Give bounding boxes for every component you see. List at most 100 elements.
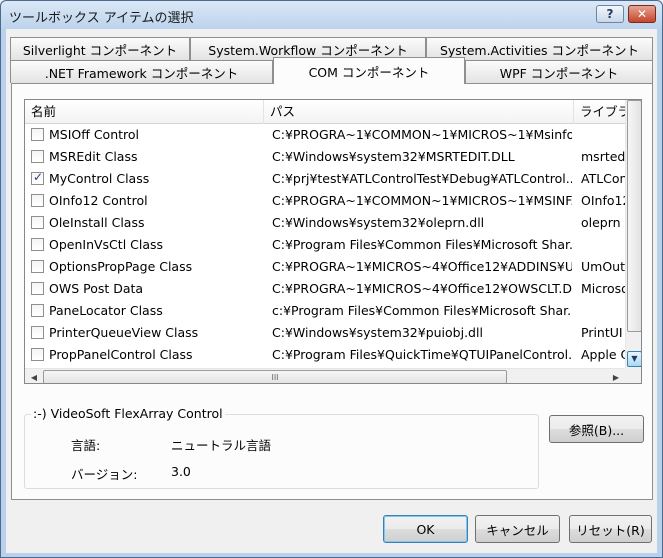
ok-button[interactable]: OK	[383, 515, 468, 543]
item-name: MSIOff Control	[49, 127, 140, 142]
browse-label: 参照(B)...	[568, 422, 625, 438]
component-details-group: :-) VideoSoft FlexArray Control 言語: ニュート…	[24, 406, 539, 489]
tab-net-framework[interactable]: .NET Framework コンポーネント	[10, 60, 273, 83]
column-header-library[interactable]: ライブラ	[574, 100, 625, 124]
cancel-button[interactable]: キャンセル	[475, 515, 560, 543]
item-name: MSREdit Class	[49, 149, 138, 164]
item-library	[581, 124, 625, 146]
item-name: OWS Post Data	[49, 281, 144, 296]
item-library	[581, 234, 625, 256]
language-value: ニュートラル言語	[171, 438, 272, 453]
cancel-label: キャンセル	[486, 522, 549, 538]
tab-label: Silverlight コンポーネント	[22, 42, 178, 58]
item-path: C:¥Program Files¥Common Files¥Microsoft …	[272, 237, 572, 252]
item-checkbox[interactable]	[31, 304, 44, 317]
item-name: OptionsPropPage Class	[49, 259, 193, 274]
item-checkbox[interactable]: ✓	[31, 170, 44, 185]
version-label: バージョン:	[71, 467, 138, 482]
horizontal-scroll-thumb[interactable]: III	[43, 370, 507, 383]
item-path: C:¥PROGRA~1¥COMMON~1¥MICROS~1¥Msinfo...	[272, 127, 572, 142]
tab-label: WPF コンポーネント	[499, 65, 619, 81]
dialog-window: ツールボックス アイテムの選択 ? ✕ Silverlight コンポーネント …	[0, 0, 663, 558]
tab-com-components[interactable]: COM コンポーネント	[273, 57, 465, 84]
item-library: Microso	[581, 281, 625, 296]
list-item[interactable]: OWS Post Data C:¥PROGRA~1¥MICROS~4¥Office…	[25, 278, 625, 300]
item-library	[581, 300, 625, 322]
scroll-down-icon: ▼	[631, 354, 638, 363]
scroll-corner	[625, 368, 641, 383]
list-rows: MSIOff Control C:¥PROGRA~1¥COMMON~1¥MICRO…	[25, 124, 625, 368]
item-library: Apple Q	[581, 347, 625, 362]
item-checkbox[interactable]	[31, 260, 44, 273]
list-item[interactable]: MSIOff Control C:¥PROGRA~1¥COMMON~1¥MICRO…	[25, 124, 625, 146]
item-checkbox[interactable]	[31, 348, 44, 361]
grip-icon: III	[271, 373, 279, 382]
item-name: MyControl Class	[49, 171, 150, 186]
item-path: C:¥PROGRA~1¥MICROS~4¥Office12¥OWSCLT.DLL	[272, 281, 572, 296]
item-path: C:¥Windows¥system32¥MSRTEDIT.DLL	[272, 149, 515, 164]
help-icon: ?	[606, 7, 614, 21]
item-library: oleprn 1	[581, 215, 625, 230]
item-checkbox[interactable]	[31, 326, 44, 339]
item-checkbox[interactable]	[31, 216, 44, 229]
ok-label: OK	[416, 521, 435, 537]
tab-label: .NET Framework コンポーネント	[44, 65, 239, 81]
list-item[interactable]: MSREdit Class C:¥Windows¥system32¥MSRTEDI…	[25, 146, 625, 168]
version-value: 3.0	[171, 464, 191, 479]
item-name: OInfo12 Control	[49, 193, 148, 208]
vertical-scrollbar[interactable]: ▼	[625, 100, 641, 368]
item-path: C:¥PROGRA~1¥MICROS~4¥Office12¥ADDINS¥U..…	[272, 259, 572, 274]
tab-silverlight[interactable]: Silverlight コンポーネント	[10, 37, 190, 60]
item-library: UmOut	[581, 259, 625, 274]
item-checkbox[interactable]	[31, 128, 44, 141]
group-title: :-) VideoSoft FlexArray Control	[31, 406, 225, 421]
com-components-panel: 名前 パス ライブラ MSIOff Control C:¥PROGRA~1¥COM…	[11, 83, 653, 500]
scroll-right-icon: ▶	[612, 373, 620, 382]
vertical-scroll-thumb[interactable]	[627, 100, 641, 332]
scroll-left-button[interactable]: ◀	[26, 370, 42, 383]
list-header: 名前 パス ライブラ	[25, 100, 625, 124]
item-path: c:¥Program Files¥Common Files¥Microsoft …	[272, 303, 572, 318]
tab-label: COM コンポーネント	[308, 64, 430, 80]
list-item[interactable]: ✓ MyControl Class C:¥prj¥test¥ATLControlTe…	[25, 168, 625, 190]
close-button[interactable]: ✕	[628, 5, 656, 23]
help-button[interactable]: ?	[596, 5, 624, 23]
item-library: msrted	[581, 149, 625, 164]
tab-wpf[interactable]: WPF コンポーネント	[465, 60, 653, 83]
item-checkbox[interactable]	[31, 150, 44, 163]
item-checkbox[interactable]	[31, 194, 44, 207]
scroll-down-button[interactable]: ▼	[627, 351, 641, 367]
list-item[interactable]: OleInstall Class C:¥Windows¥system32¥olep…	[25, 212, 625, 234]
item-path: C:¥PROGRA~1¥COMMON~1¥MICROS~1¥MSINF...	[272, 193, 572, 208]
list-item[interactable]: OInfo12 Control C:¥PROGRA~1¥COMMON~1¥MICR…	[25, 190, 625, 212]
component-list[interactable]: 名前 パス ライブラ MSIOff Control C:¥PROGRA~1¥COM…	[24, 99, 642, 384]
close-icon: ✕	[636, 7, 648, 21]
scroll-right-button[interactable]: ▶	[608, 370, 624, 383]
window-title: ツールボックス アイテムの選択	[9, 11, 194, 26]
list-item[interactable]: OpenInVsCtl Class C:¥Program Files¥Common…	[25, 234, 625, 256]
title-bar: ツールボックス アイテムの選択 ? ✕	[1, 1, 662, 29]
tab-label: System.Activities コンポーネント	[439, 42, 640, 58]
item-library: OInfo12	[581, 193, 625, 208]
list-item[interactable]: OptionsPropPage Class C:¥PROGRA~1¥MICROS~…	[25, 256, 625, 278]
column-header-path[interactable]: パス	[264, 100, 574, 124]
list-item[interactable]: PropPanelControl Class C:¥Program Files¥Q…	[25, 344, 625, 366]
dialog-client: Silverlight コンポーネント System.Workflow コンポー…	[6, 29, 657, 553]
item-path: C:¥prj¥test¥ATLControlTest¥Debug¥ATLCont…	[272, 171, 572, 186]
item-checkbox[interactable]	[31, 282, 44, 295]
list-item[interactable]: PaneLocator Class c:¥Program Files¥Common…	[25, 300, 625, 322]
language-label: 言語:	[71, 438, 101, 453]
item-path: C:¥Program Files¥QuickTime¥QTUIPanelCont…	[272, 347, 572, 362]
item-name: OleInstall Class	[49, 215, 145, 230]
column-header-name[interactable]: 名前	[25, 100, 264, 124]
reset-button[interactable]: リセット(R)	[569, 515, 652, 543]
checkmark-icon: ✓	[33, 170, 44, 184]
reset-label: リセット(R)	[576, 522, 645, 538]
horizontal-scrollbar[interactable]: ◀ III ▶	[25, 368, 625, 383]
item-library: ATLCon	[581, 171, 625, 186]
item-library: PrintUI	[581, 325, 623, 340]
tab-label: System.Workflow コンポーネント	[208, 42, 408, 58]
browse-button[interactable]: 参照(B)...	[549, 415, 644, 443]
list-item[interactable]: PrinterQueueView Class C:¥Windows¥system3…	[25, 322, 625, 344]
item-checkbox[interactable]	[31, 238, 44, 251]
